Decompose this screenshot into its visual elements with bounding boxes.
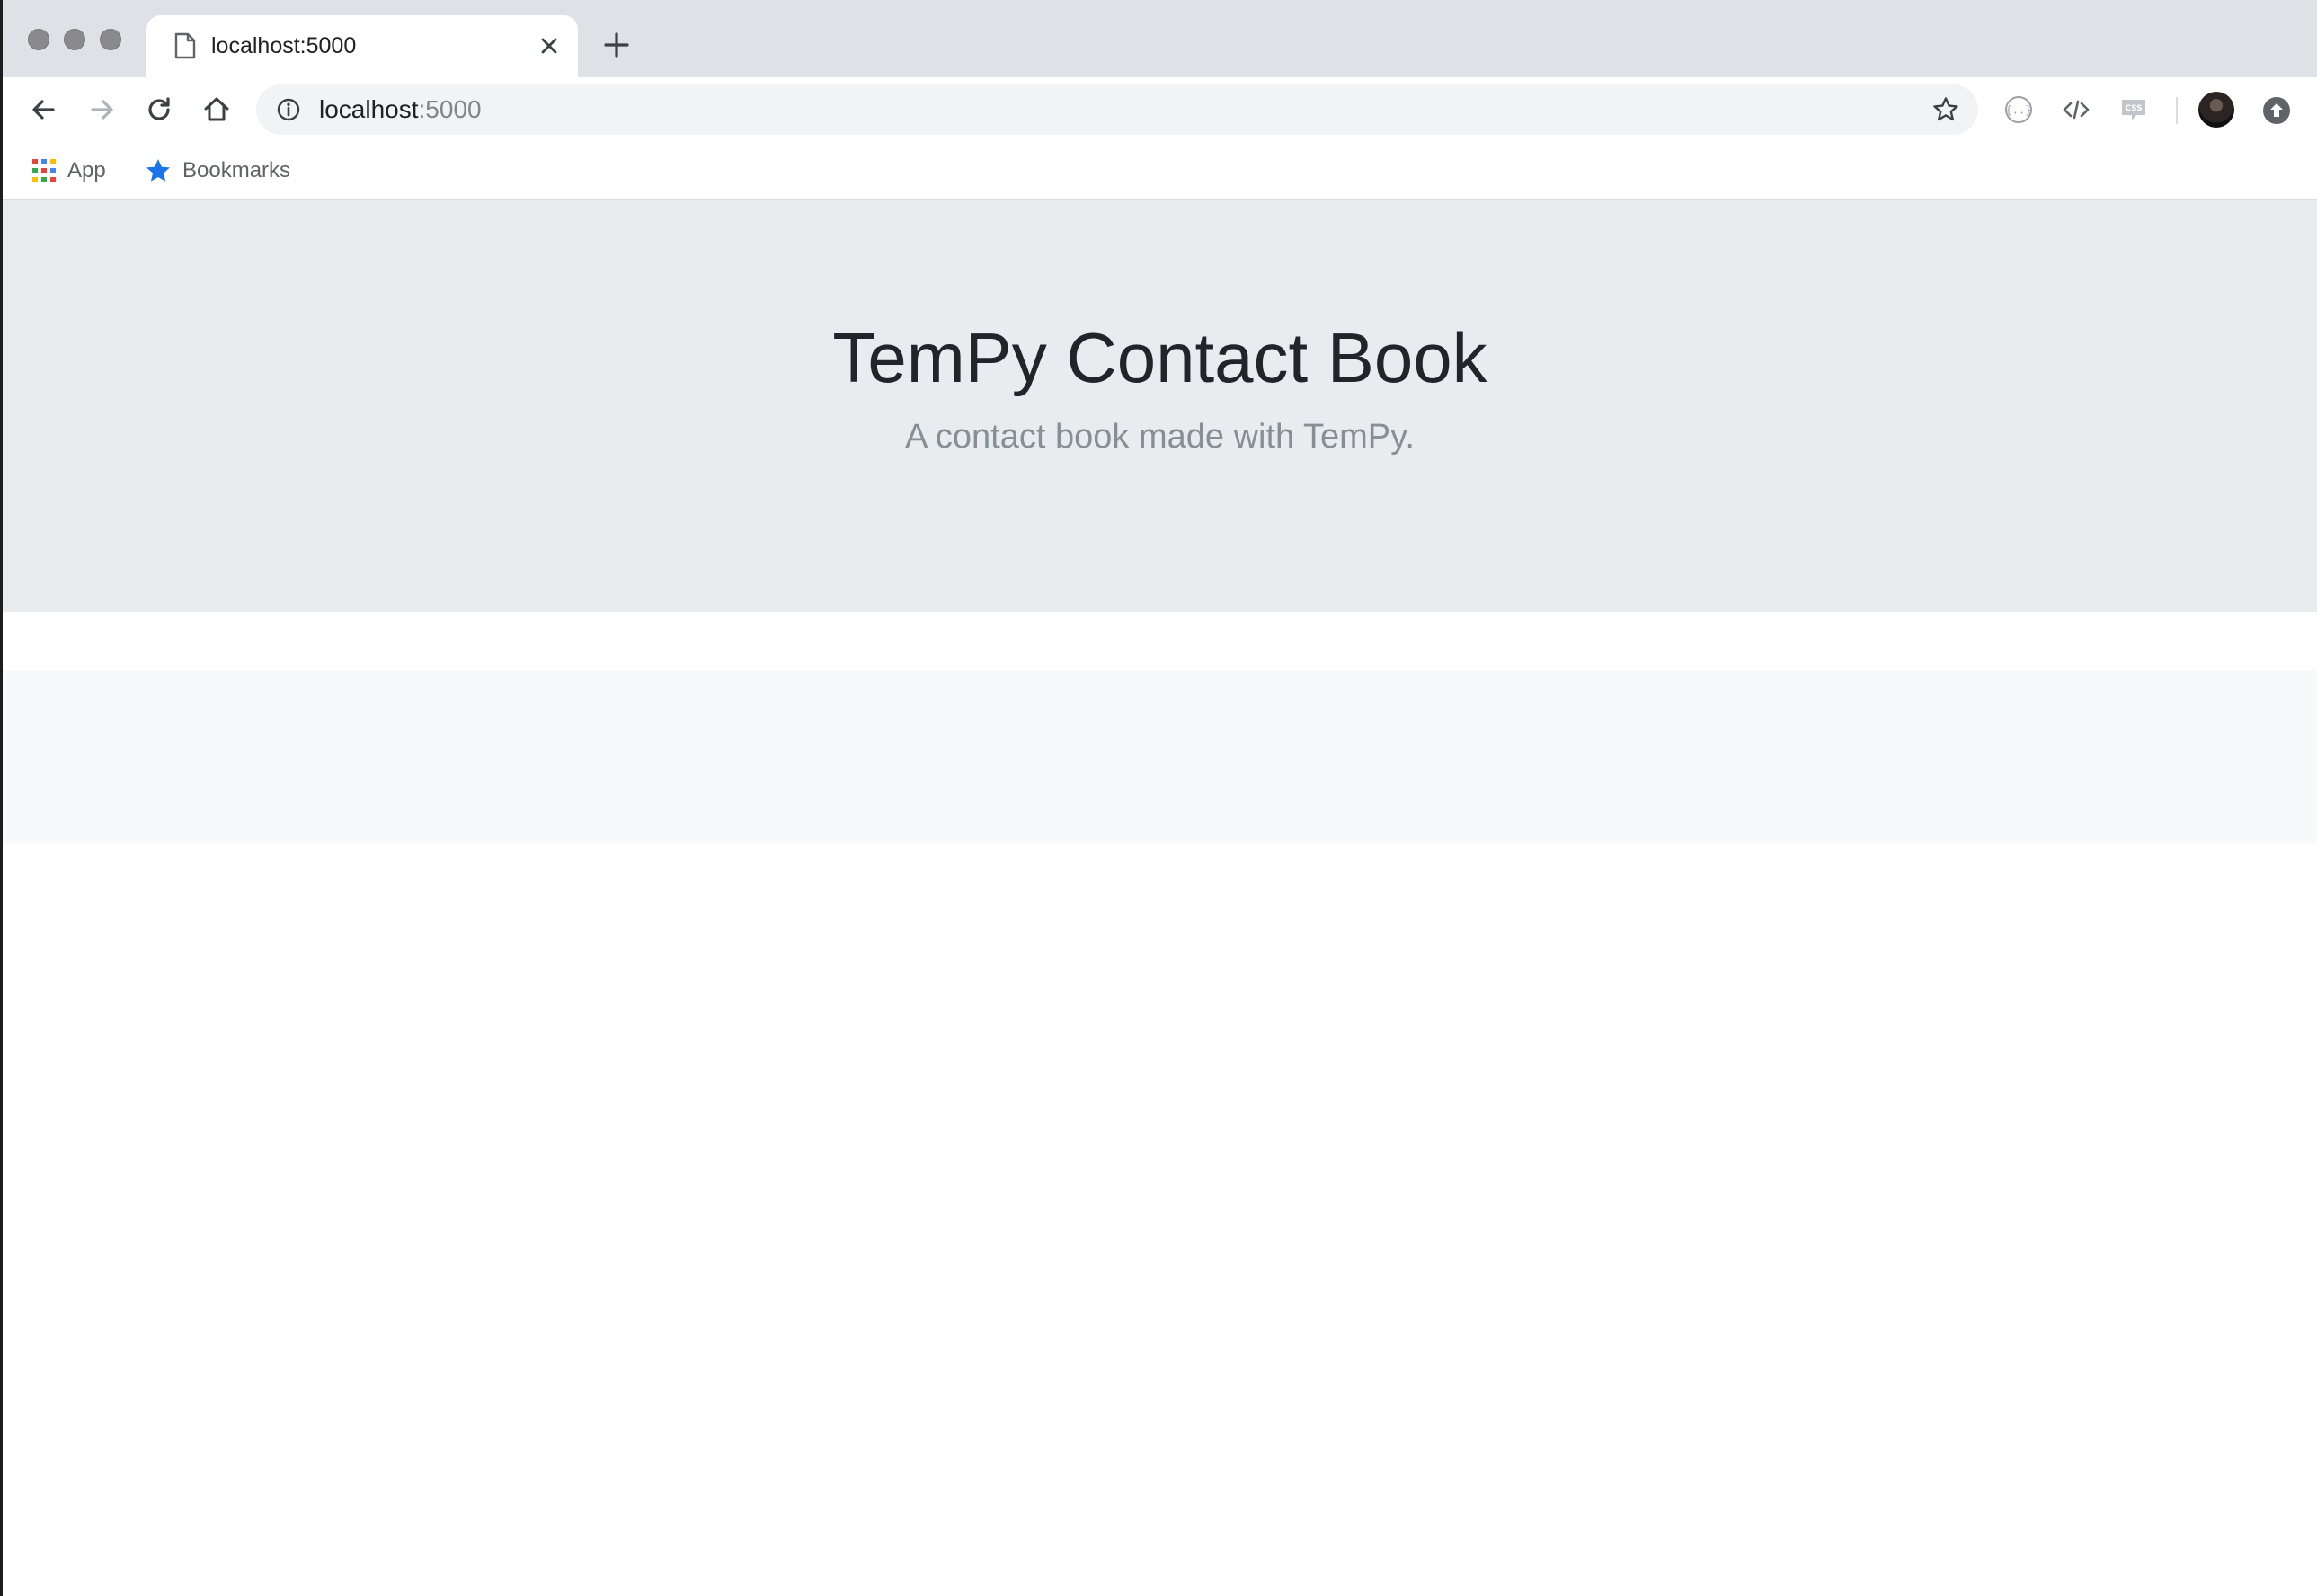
page-lead: A contact book made with TemPy. (905, 418, 1415, 456)
url-port: :5000 (418, 95, 482, 123)
contacts-section (3, 670, 2317, 843)
bookmarks-bar: App Bookmarks (3, 144, 2317, 200)
apps-grid-icon (32, 159, 56, 182)
tab-title: localhost:5000 (211, 33, 357, 58)
page-title: TemPy Contact Book (832, 318, 1487, 397)
close-window-button[interactable] (28, 29, 49, 50)
update-menu-button[interactable] (2263, 97, 2290, 124)
browser-toolbar: localhost:5000 {..} CSS (3, 77, 2317, 144)
back-arrow-icon[interactable] (26, 92, 62, 128)
jumbotron: TemPy Contact Book A contact book made w… (3, 200, 2317, 612)
url-host: localhost (319, 95, 419, 123)
update-arrow-icon (2270, 103, 2283, 117)
tab-active[interactable]: localhost:5000 (146, 15, 578, 77)
bookmark-apps-label: App (67, 158, 106, 182)
address-url[interactable]: localhost:5000 (319, 96, 482, 123)
bookmark-bookmarks[interactable]: Bookmarks (145, 153, 290, 189)
home-icon[interactable] (199, 92, 235, 128)
svg-text:CSS: CSS (2125, 104, 2142, 113)
css-extension-icon[interactable]: CSS (2118, 94, 2149, 125)
profile-avatar[interactable] (2198, 92, 2234, 128)
bookmark-star-icon[interactable] (1931, 95, 1960, 124)
code-extension-icon[interactable] (2061, 94, 2091, 125)
svg-text:{..}: {..} (2006, 104, 2032, 117)
maximize-window-button[interactable] (100, 29, 121, 50)
forward-arrow-icon[interactable] (84, 92, 120, 128)
bookmark-apps[interactable]: App (31, 153, 106, 189)
minimize-window-button[interactable] (64, 29, 85, 50)
close-tab-icon[interactable] (537, 33, 562, 58)
reload-icon[interactable] (141, 92, 177, 128)
json-extension-icon[interactable]: {..} (2003, 94, 2034, 125)
page-icon (174, 32, 196, 59)
new-tab-icon[interactable] (601, 30, 632, 60)
address-bar[interactable]: localhost:5000 (256, 84, 1978, 135)
info-icon[interactable] (276, 97, 301, 122)
browser-window: localhost:5000 localhost:5000 {..} CSS A… (3, 0, 2317, 1596)
toolbar-divider (2176, 97, 2178, 124)
tab-strip: localhost:5000 (3, 0, 2317, 77)
star-icon (146, 159, 170, 182)
bookmark-bookmarks-label: Bookmarks (182, 158, 291, 182)
